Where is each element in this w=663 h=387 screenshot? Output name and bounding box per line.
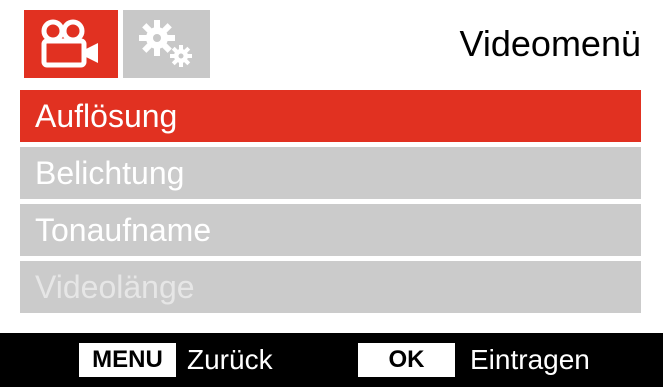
video-menu: Auflösung Belichtung Tonaufname Videolän… [0,86,663,333]
footer: MENU Zurück OK Eintragen [0,333,663,387]
enter-label: Eintragen [470,344,590,375]
tab-settings[interactable] [123,10,210,78]
page-title: Videomenü [459,23,641,64]
ok-key[interactable]: OK [358,343,455,377]
menu-item-resolution[interactable]: Auflösung [20,90,641,142]
gears-icon [138,20,192,67]
menu-item-exposure[interactable]: Belichtung [20,147,641,199]
menu-item-audio-recording[interactable]: Tonaufname [20,204,641,256]
menu-item-video-length[interactable]: Videolänge [20,261,641,313]
menu-key[interactable]: MENU [79,343,176,377]
back-label: Zurück [187,344,273,375]
tab-video[interactable] [24,10,118,78]
dashcam-screen: Videomenü Auflösung Belichtung Tonaufnam… [0,0,663,387]
header: Videomenü [0,0,663,86]
video-camera-icon [41,19,98,68]
